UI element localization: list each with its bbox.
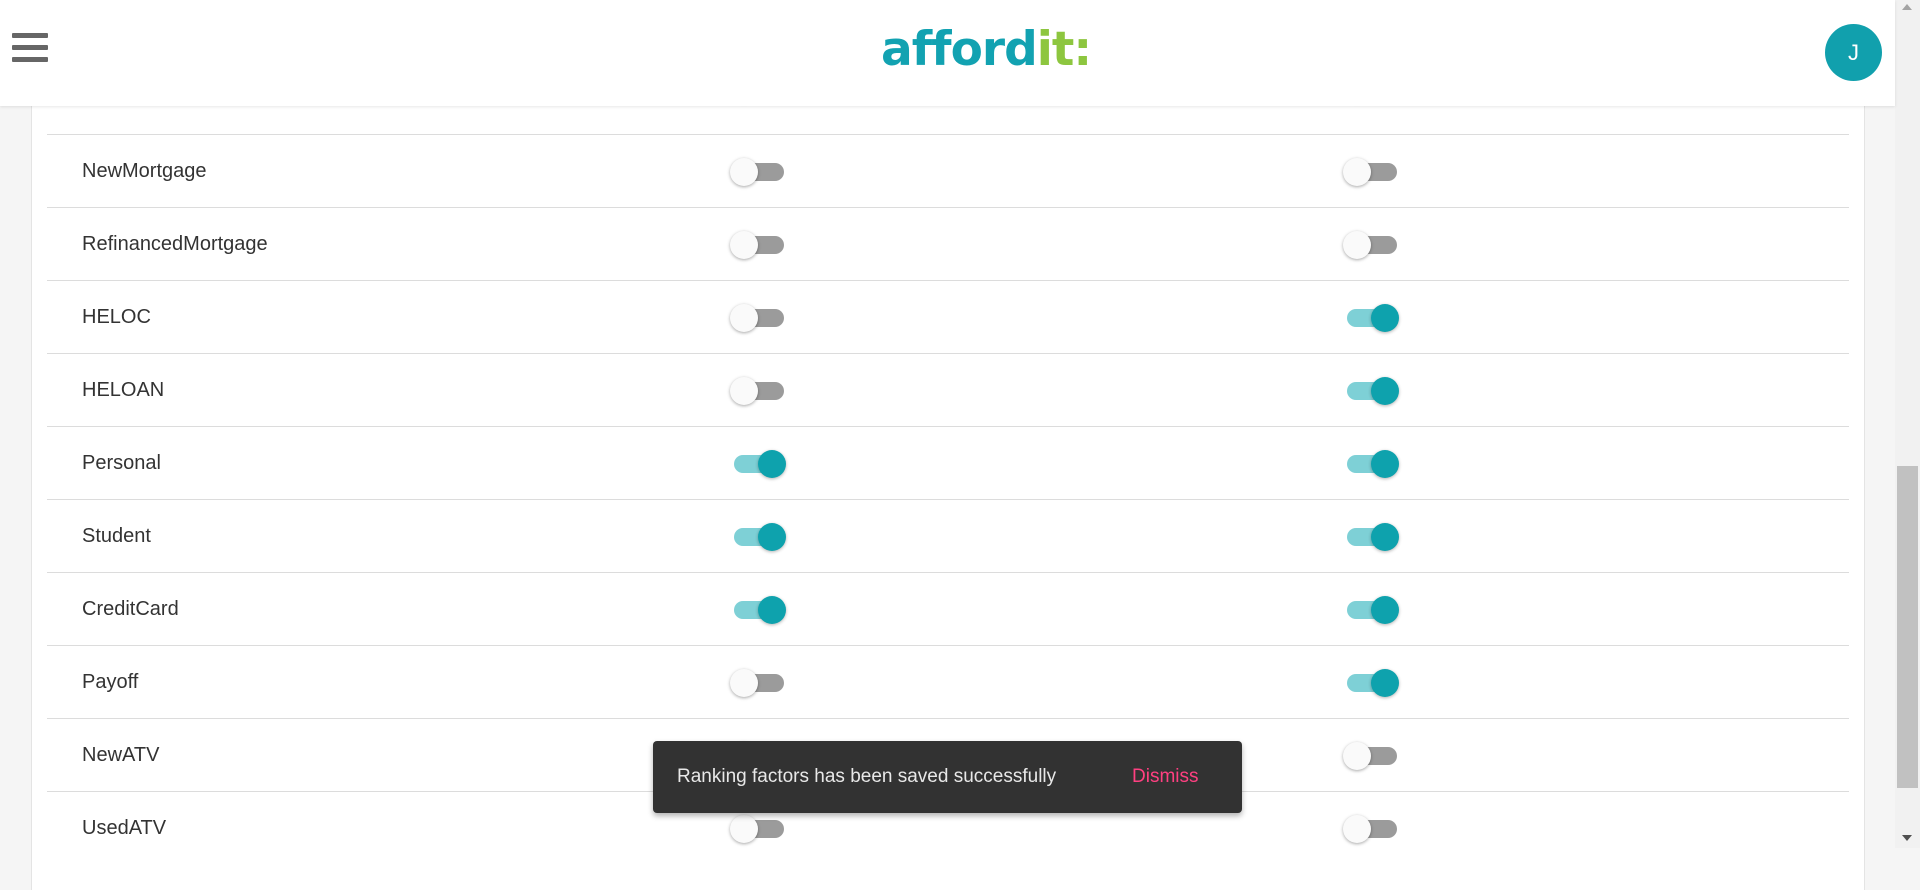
table-row: Student (47, 499, 1849, 572)
toggle-thumb (758, 596, 786, 624)
toggle-col1[interactable] (730, 669, 786, 697)
app-header: affordit: J (0, 0, 1895, 106)
row-label: CreditCard (82, 598, 179, 620)
success-snackbar: Ranking factors has been saved successfu… (653, 741, 1242, 813)
user-avatar[interactable]: J (1825, 24, 1882, 81)
scrollbar-thumb[interactable] (1897, 466, 1918, 788)
table-row: Payoff (47, 645, 1849, 718)
toggle-col1[interactable] (730, 815, 786, 843)
toggle-col1[interactable] (730, 523, 786, 551)
toggle-col1[interactable] (730, 596, 786, 624)
table-row: HELOC (47, 280, 1849, 353)
toggle-thumb (1343, 742, 1371, 770)
toggle-thumb (730, 377, 758, 405)
hamburger-menu-icon[interactable] (12, 33, 48, 67)
row-label: RefinancedMortgage (82, 233, 268, 255)
table-row: NewMortgage (47, 134, 1849, 207)
affordit-logo[interactable]: affordit: (881, 22, 1092, 78)
toggle-thumb (1371, 523, 1399, 551)
toggle-col2[interactable] (1343, 596, 1399, 624)
toggle-thumb (1343, 158, 1371, 186)
row-label: Personal (82, 452, 161, 474)
row-label: Payoff (82, 671, 139, 693)
logo-text-accent: it (1036, 22, 1075, 77)
toggle-thumb (1371, 377, 1399, 405)
dismiss-button[interactable]: Dismiss (1132, 741, 1199, 813)
toggle-thumb (1343, 815, 1371, 843)
row-label: HELOAN (82, 379, 165, 401)
table-row: CreditCard (47, 572, 1849, 645)
table-row: Personal (47, 426, 1849, 499)
toggle-col1[interactable] (730, 231, 786, 259)
table-row: RefinancedMortgage (47, 207, 1849, 280)
toggle-thumb (730, 304, 758, 332)
toggle-col2[interactable] (1343, 523, 1399, 551)
row-label: UsedATV (82, 817, 167, 839)
toggle-col2[interactable] (1343, 669, 1399, 697)
row-label: Student (82, 525, 151, 547)
toggle-col2[interactable] (1343, 377, 1399, 405)
toggle-thumb (730, 158, 758, 186)
scroll-down-arrow-icon[interactable] (1902, 835, 1912, 841)
toggle-col2[interactable] (1343, 815, 1399, 843)
toggle-col2[interactable] (1343, 742, 1399, 770)
toggle-col1[interactable] (730, 450, 786, 478)
toggle-col1[interactable] (730, 158, 786, 186)
toggle-thumb (1371, 669, 1399, 697)
toggle-thumb (1371, 596, 1399, 624)
page-scrollbar[interactable] (1895, 0, 1920, 848)
table-row: HELOAN (47, 353, 1849, 426)
row-label: HELOC (82, 306, 151, 328)
toggle-thumb (730, 815, 758, 843)
toggle-thumb (1371, 450, 1399, 478)
toggle-col1[interactable] (730, 377, 786, 405)
logo-mark: : (1073, 22, 1092, 77)
toggle-col2[interactable] (1343, 231, 1399, 259)
toggle-col2[interactable] (1343, 158, 1399, 186)
row-label: NewATV (82, 744, 160, 766)
toggle-thumb (758, 523, 786, 551)
toggle-col1[interactable] (730, 304, 786, 332)
scroll-up-arrow-icon[interactable] (1902, 4, 1912, 10)
snackbar-message: Ranking factors has been saved successfu… (677, 766, 1057, 787)
toggle-thumb (1371, 304, 1399, 332)
toggle-thumb (730, 669, 758, 697)
logo-text-main: afford (881, 22, 1038, 77)
toggle-thumb (1343, 231, 1371, 259)
toggle-col2[interactable] (1343, 450, 1399, 478)
toggle-thumb (758, 450, 786, 478)
toggle-col2[interactable] (1343, 304, 1399, 332)
row-label: NewMortgage (82, 160, 207, 182)
toggle-thumb (730, 231, 758, 259)
